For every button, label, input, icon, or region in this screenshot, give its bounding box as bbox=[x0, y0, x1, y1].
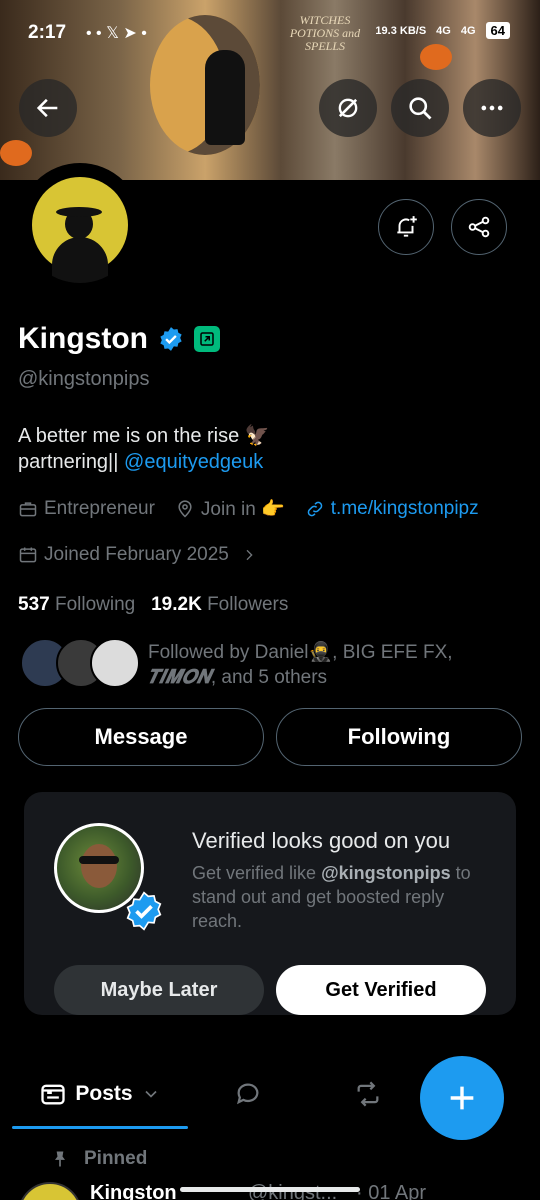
profile-handle: @kingstonpips bbox=[18, 368, 150, 390]
search-icon bbox=[409, 97, 432, 120]
profile-avatar[interactable] bbox=[18, 163, 142, 287]
verified-card-description: Get verified like @kingstonpips to stand… bbox=[192, 863, 471, 931]
briefcase-icon bbox=[19, 502, 37, 517]
tab-posts[interactable]: Posts bbox=[20, 1062, 180, 1126]
profile-location: Join in 👉 bbox=[200, 499, 285, 520]
back-button[interactable] bbox=[19, 79, 77, 137]
tab-reposts[interactable] bbox=[338, 1062, 398, 1126]
bell-plus-icon bbox=[397, 216, 417, 237]
followers-stat[interactable]: 19.2K Followers bbox=[151, 594, 288, 615]
posts-icon bbox=[41, 1084, 66, 1105]
verified-card-title: Verified looks good on you bbox=[192, 828, 451, 853]
followed-by-avatars[interactable] bbox=[20, 638, 140, 688]
plus-icon bbox=[450, 1086, 474, 1110]
calendar-icon bbox=[19, 547, 37, 563]
avatar[interactable] bbox=[18, 1182, 82, 1200]
bio-mention-link[interactable]: @equityedgeuk bbox=[124, 451, 263, 473]
tab-replies[interactable] bbox=[218, 1062, 278, 1126]
status-bar: 2:17 • • 𝕏 ➤ • 19.3 KB/S 4G 4G 64 bbox=[0, 0, 540, 60]
message-button[interactable]: Message bbox=[18, 708, 264, 766]
verified-badge-icon bbox=[126, 891, 162, 931]
location-pin-icon bbox=[178, 500, 192, 518]
active-tab-indicator bbox=[12, 1126, 188, 1129]
arrow-left-icon bbox=[36, 98, 58, 118]
network-4g-1: 4G bbox=[436, 24, 451, 37]
post-author-name: Kingston bbox=[90, 1182, 177, 1200]
chevron-down-icon bbox=[145, 1090, 157, 1098]
more-horizontal-icon bbox=[481, 105, 503, 111]
battery-icon: 64 bbox=[485, 22, 510, 39]
network-speed: 19.3 KB/S bbox=[375, 24, 427, 37]
following-stat[interactable]: 537 Following bbox=[18, 594, 135, 615]
grok-button[interactable] bbox=[319, 79, 377, 137]
grok-icon bbox=[338, 98, 358, 118]
pin-icon bbox=[55, 1151, 65, 1167]
status-time: 2:17 bbox=[28, 22, 67, 43]
chevron-right-icon bbox=[246, 549, 253, 561]
home-indicator-bar bbox=[180, 1187, 360, 1192]
profile-bio: A better me is on the rise 🦅 partnering|… bbox=[18, 423, 270, 475]
status-right-icons: 19.3 KB/S 4G 4G 64 bbox=[375, 22, 510, 39]
profile-name-row: Kingston bbox=[18, 322, 220, 356]
profile-meta-row: Entrepreneur Join in 👉 t.me/kingstonpipz bbox=[18, 497, 479, 521]
followed-by-text[interactable]: Followed by Daniel🥷, BIG EFE FX, 𝑻𝑰𝑴𝑶𝑵, … bbox=[148, 640, 508, 690]
network-4g-2: 4G bbox=[460, 24, 476, 37]
tab-posts-label: Posts bbox=[75, 1082, 133, 1105]
verified-badge-icon[interactable] bbox=[158, 326, 184, 352]
banner-cat-illustration bbox=[205, 50, 245, 145]
pinned-indicator: Pinned bbox=[50, 1148, 147, 1170]
affiliate-badge-icon[interactable] bbox=[193, 326, 220, 352]
maybe-later-button[interactable]: Maybe Later bbox=[54, 965, 264, 1015]
pumpkin-illustration bbox=[0, 140, 32, 166]
more-options-button[interactable] bbox=[463, 79, 521, 137]
search-button[interactable] bbox=[391, 79, 449, 137]
notification-icons: • • 𝕏 ➤ • bbox=[86, 25, 147, 42]
bio-line-2: partnering|| @equityedgeuk bbox=[18, 451, 264, 473]
get-verified-button[interactable]: Get Verified bbox=[276, 965, 486, 1015]
notifications-subscribe-button[interactable] bbox=[378, 199, 434, 255]
share-profile-button[interactable] bbox=[451, 199, 507, 255]
follow-stats: 537 Following 19.2K Followers bbox=[18, 594, 288, 616]
profile-category: Entrepreneur bbox=[44, 498, 155, 519]
avatar bbox=[90, 638, 140, 688]
following-button[interactable]: Following bbox=[276, 708, 522, 766]
bio-line-1: A better me is on the rise 🦅 bbox=[18, 425, 270, 447]
repost-icon bbox=[357, 1081, 379, 1107]
reply-bubble-icon bbox=[237, 1083, 259, 1105]
share-icon bbox=[468, 216, 490, 238]
link-icon bbox=[307, 501, 323, 517]
pinned-label: Pinned bbox=[84, 1148, 148, 1169]
profile-name: Kingston bbox=[18, 322, 148, 355]
joined-date-row[interactable]: Joined February 2025 bbox=[18, 544, 257, 566]
post-date: · 01 Apr bbox=[356, 1182, 427, 1200]
profile-website-link[interactable]: t.me/kingstonpipz bbox=[331, 498, 479, 520]
joined-date: Joined February 2025 bbox=[44, 544, 229, 565]
get-verified-card: Verified looks good on you Get verified … bbox=[24, 792, 516, 1015]
compose-post-button[interactable] bbox=[420, 1056, 504, 1140]
